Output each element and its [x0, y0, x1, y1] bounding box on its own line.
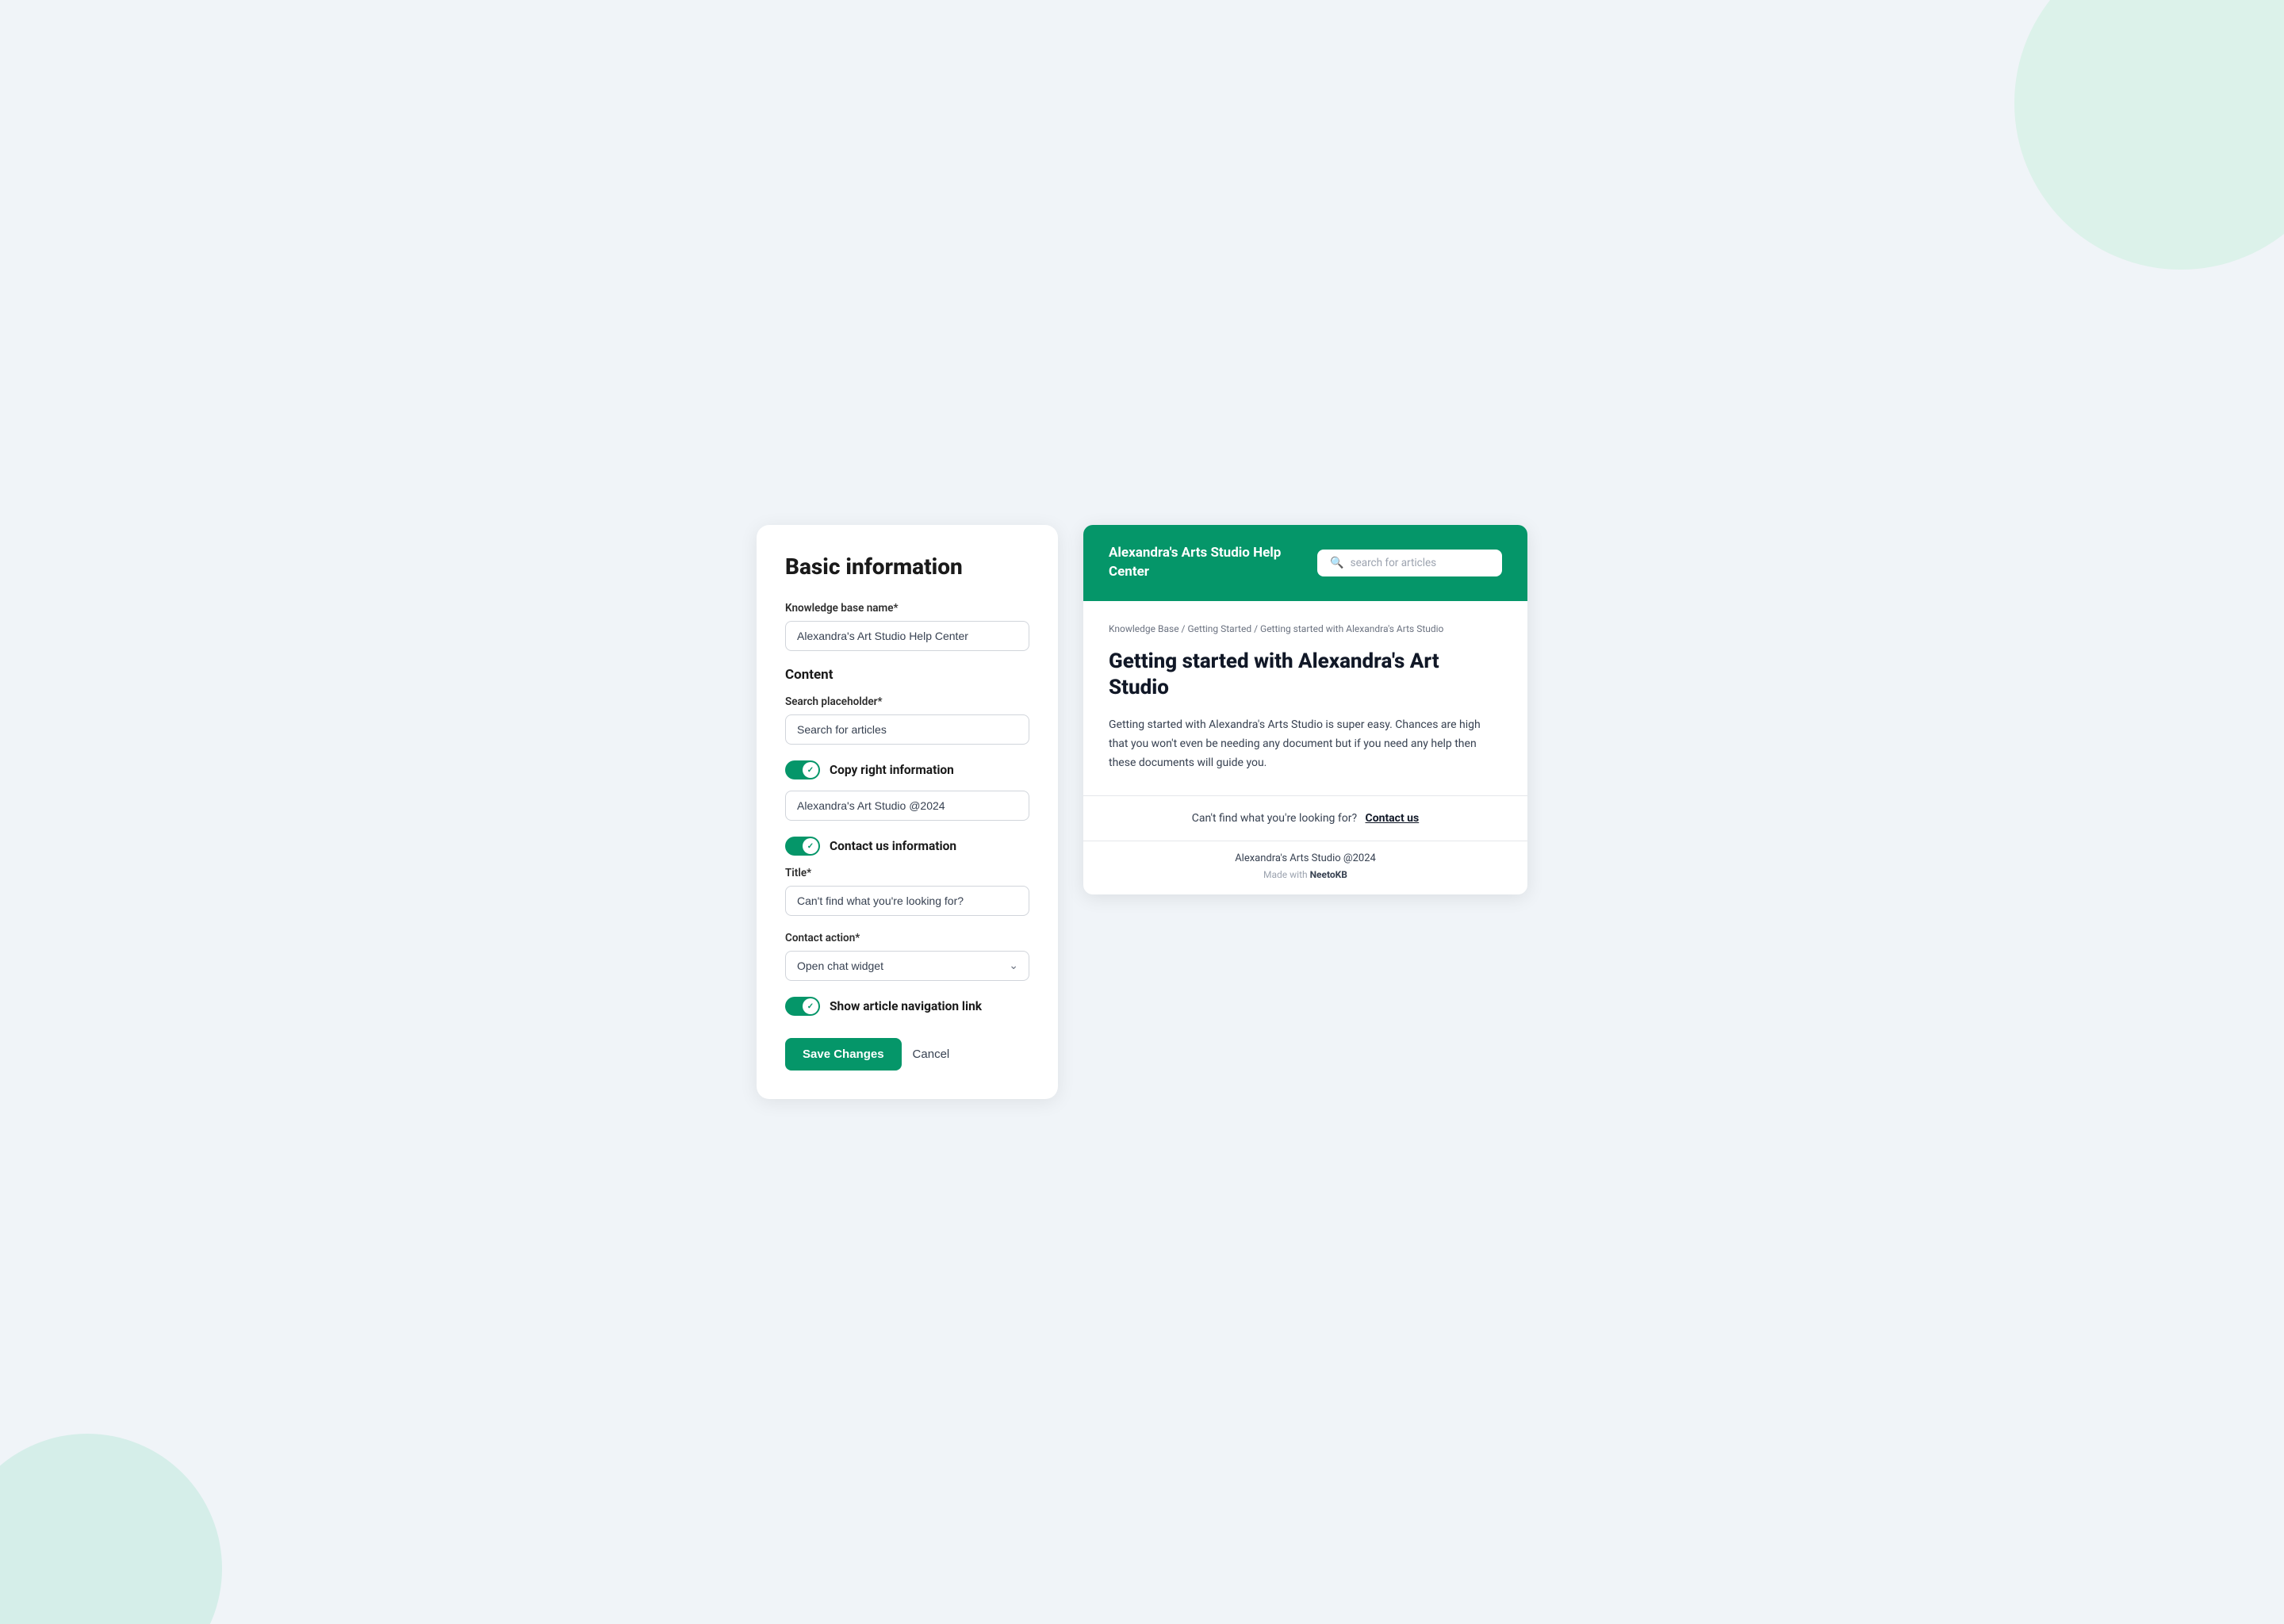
- preview-header: Alexandra's Arts Studio Help Center 🔍 se…: [1083, 525, 1527, 601]
- search-icon: 🔍: [1330, 557, 1343, 569]
- copyright-toggle-label: Copy right information: [830, 763, 954, 777]
- kb-name-input[interactable]: [785, 621, 1029, 651]
- contact-toggle-check-icon: ✓: [807, 842, 814, 851]
- search-placeholder-input[interactable]: [785, 714, 1029, 745]
- nav-link-toggle-row: ✓ Show article navigation link: [785, 997, 1029, 1016]
- footer-made: Made with NeetoKB: [1109, 869, 1502, 880]
- right-panel: Alexandra's Arts Studio Help Center 🔍 se…: [1083, 525, 1527, 894]
- copyright-toggle[interactable]: ✓: [785, 760, 820, 779]
- footer-copyright: Alexandra's Arts Studio @2024: [1109, 852, 1502, 864]
- copyright-field-group: [785, 791, 1029, 837]
- kb-name-label: Knowledge base name*: [785, 602, 1029, 615]
- cancel-button[interactable]: Cancel: [913, 1048, 950, 1061]
- kb-name-field-group: Knowledge base name*: [785, 602, 1029, 667]
- bg-decoration-bottom-left: [0, 1434, 222, 1624]
- contact-section: Can't find what you're looking for? Cont…: [1083, 795, 1527, 841]
- preview-footer: Alexandra's Arts Studio @2024 Made with …: [1083, 841, 1527, 894]
- contact-action-label: Contact action*: [785, 932, 1029, 944]
- toggle-check-icon: ✓: [807, 766, 814, 775]
- panel-title: Basic information: [785, 553, 1029, 580]
- left-panel: Basic information Knowledge base name* C…: [757, 525, 1058, 1099]
- breadcrumb: Knowledge Base / Getting Started / Getti…: [1109, 623, 1502, 634]
- contact-text: Can't find what you're looking for?: [1192, 812, 1357, 825]
- nav-link-toggle-check-icon: ✓: [807, 1002, 814, 1011]
- main-container: Basic information Knowledge base name* C…: [725, 493, 1559, 1131]
- nav-link-toggle-knob: ✓: [803, 998, 818, 1014]
- save-button[interactable]: Save Changes: [785, 1038, 902, 1071]
- content-heading: Content: [785, 667, 1029, 683]
- preview-brand-name: Alexandra's Arts Studio Help Center: [1109, 544, 1317, 582]
- preview-body: Knowledge Base / Getting Started / Getti…: [1083, 601, 1527, 773]
- copyright-toggle-row: ✓ Copy right information: [785, 760, 1029, 779]
- copyright-input[interactable]: [785, 791, 1029, 821]
- contact-toggle-knob: ✓: [803, 838, 818, 854]
- contact-title-input[interactable]: [785, 886, 1029, 916]
- contact-action-select-wrapper: Open chat widget Send email Redirect URL…: [785, 951, 1029, 981]
- nav-link-toggle[interactable]: ✓: [785, 997, 820, 1016]
- contact-toggle-row: ✓ Contact us information: [785, 837, 1029, 856]
- contact-action-select[interactable]: Open chat widget Send email Redirect URL: [785, 951, 1029, 981]
- footer-made-brand: NeetoKB: [1310, 869, 1347, 880]
- contact-toggle-label: Contact us information: [830, 839, 956, 853]
- footer-made-prefix: Made with: [1263, 869, 1310, 880]
- article-title: Getting started with Alexandra's Art Stu…: [1109, 649, 1502, 703]
- nav-link-toggle-label: Show article navigation link: [830, 999, 982, 1013]
- contact-action-field-group: Contact action* Open chat widget Send em…: [785, 932, 1029, 981]
- article-body: Getting started with Alexandra's Arts St…: [1109, 716, 1502, 772]
- contact-toggle[interactable]: ✓: [785, 837, 820, 856]
- preview-card: Alexandra's Arts Studio Help Center 🔍 se…: [1083, 525, 1527, 894]
- preview-search-placeholder: search for articles: [1351, 557, 1437, 569]
- contact-title-label: Title*: [785, 867, 1029, 879]
- contact-link[interactable]: Contact us: [1366, 812, 1420, 825]
- contact-title-field-group: Title*: [785, 867, 1029, 932]
- copyright-toggle-knob: ✓: [803, 762, 818, 778]
- search-placeholder-field-group: Search placeholder*: [785, 695, 1029, 760]
- bg-decoration-top-right: [2014, 0, 2284, 270]
- preview-search-box[interactable]: 🔍 search for articles: [1317, 550, 1502, 576]
- button-row: Save Changes Cancel: [785, 1038, 1029, 1071]
- search-placeholder-label: Search placeholder*: [785, 695, 1029, 708]
